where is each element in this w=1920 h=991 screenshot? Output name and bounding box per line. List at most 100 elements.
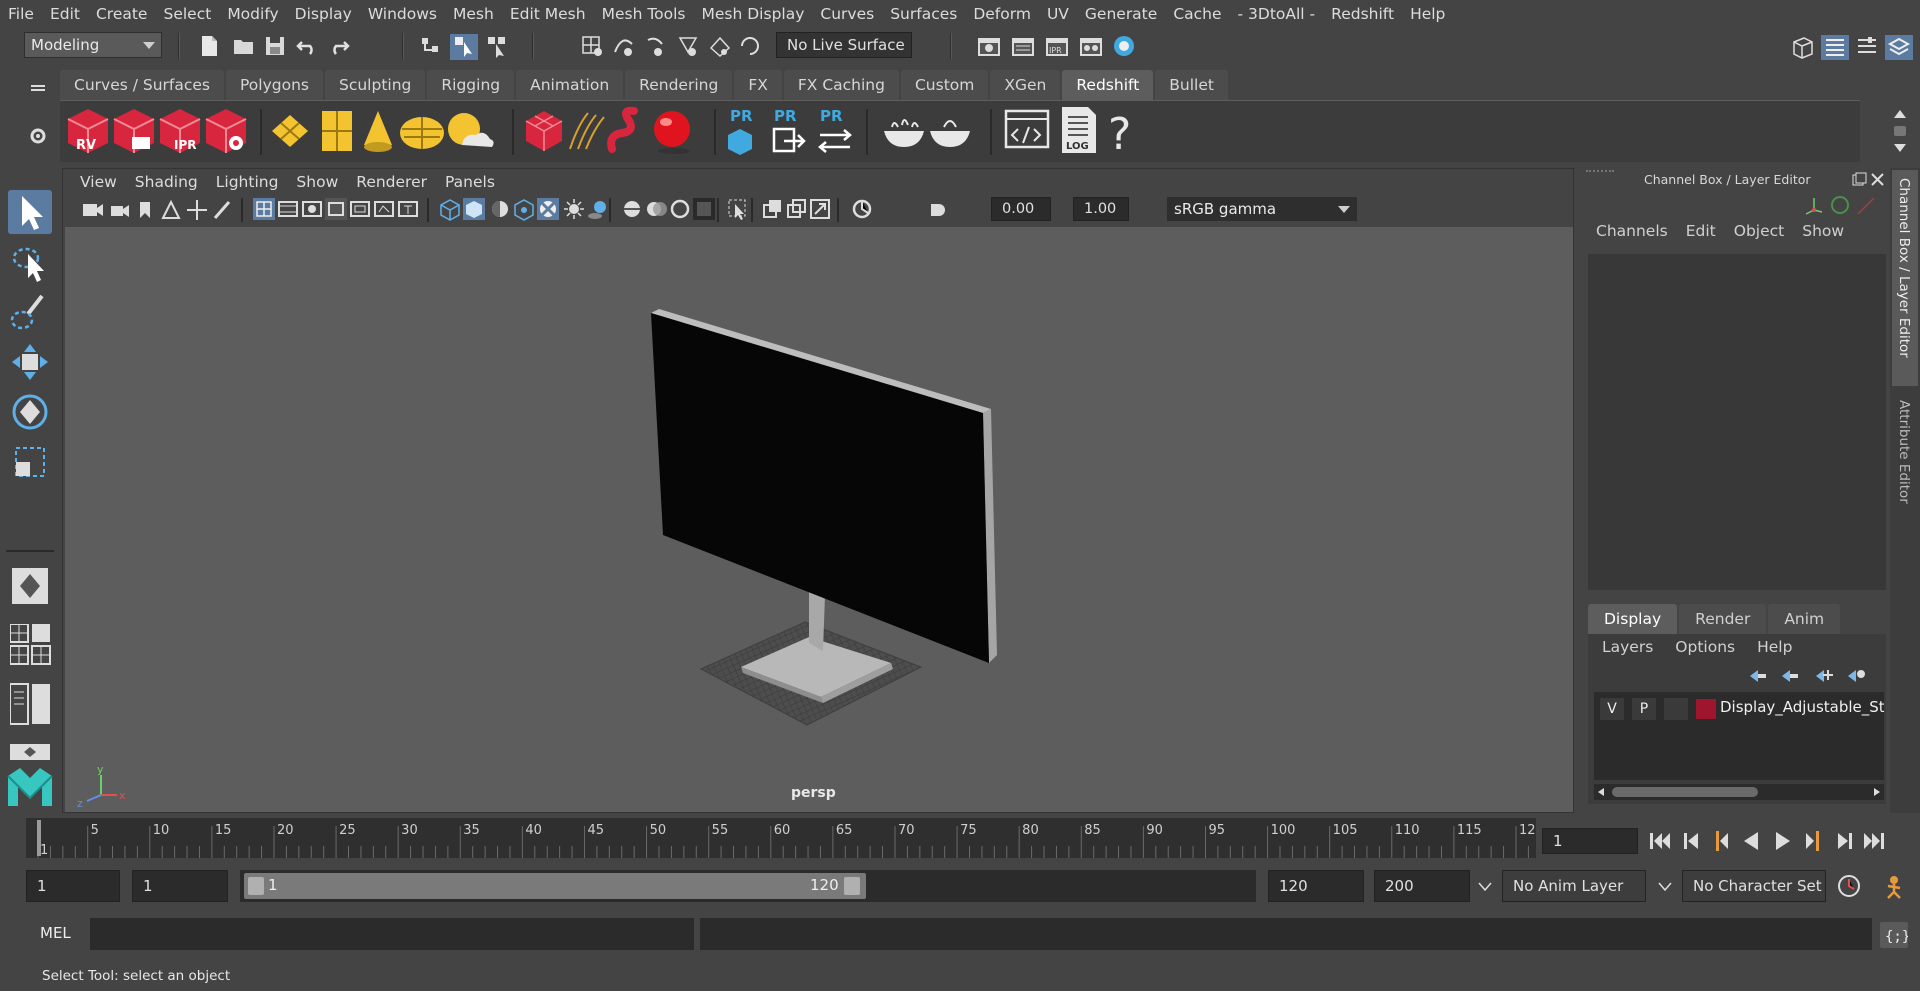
menu-help[interactable]: Help [1402, 0, 1453, 28]
shelf-tab-redshift[interactable]: Redshift [1062, 70, 1154, 100]
animation-start-field[interactable]: 1 [26, 870, 120, 902]
exposure-icon[interactable] [852, 199, 872, 219]
anim-layer-chevron-down-icon[interactable] [1478, 882, 1492, 892]
gate-mask-icon[interactable] [325, 198, 347, 220]
layer-menu-help[interactable]: Help [1757, 638, 1792, 656]
layer-horizontal-scrollbar[interactable] [1594, 784, 1884, 800]
shelf-settings-gear-icon[interactable] [28, 126, 48, 146]
shelf-tab-bullet[interactable]: Bullet [1155, 70, 1228, 100]
layer-tab-anim[interactable]: Anim [1768, 604, 1841, 634]
current-frame-field[interactable]: 1 [1542, 828, 1638, 854]
scale-tool[interactable] [8, 440, 52, 484]
2d-pan-zoom-icon[interactable] [187, 200, 207, 220]
menu-surfaces[interactable]: Surfaces [882, 0, 965, 28]
menu-generate[interactable]: Generate [1077, 0, 1165, 28]
new-empty-layer-icon[interactable] [1816, 670, 1833, 682]
speed-icon[interactable] [1831, 196, 1849, 214]
single-perspective-layout-button[interactable] [8, 564, 52, 608]
menu-mesh-tools[interactable]: Mesh Tools [594, 0, 694, 28]
grease-pencil-icon[interactable] [213, 201, 231, 219]
camera-lock-icon[interactable] [111, 205, 129, 217]
pr-export-icon[interactable]: PR [772, 107, 806, 153]
shelf-tab-sculpting[interactable]: Sculpting [325, 70, 426, 100]
layer-menu-layers[interactable]: Layers [1602, 638, 1653, 656]
image-plane-icon[interactable] [161, 199, 181, 219]
move-layer-up-icon[interactable] [1750, 670, 1766, 682]
default-material-icon[interactable] [492, 201, 508, 217]
ipr-render-icon[interactable]: IPR [1046, 38, 1068, 56]
playback-end-field[interactable]: 120 [1268, 870, 1364, 902]
field-chart-icon[interactable] [350, 201, 370, 217]
layer-tab-display[interactable]: Display [1588, 604, 1678, 634]
xray-joints-icon[interactable] [647, 202, 667, 216]
make-live-icon[interactable] [741, 37, 759, 55]
scroll-left-icon[interactable] [1596, 787, 1606, 797]
redshift-material-ball-icon[interactable] [654, 111, 690, 154]
channel-menu-show[interactable]: Show [1802, 222, 1844, 248]
redshift-hair-icon[interactable] [569, 112, 605, 150]
select-object-icon[interactable] [450, 34, 478, 60]
frame-selected-icon[interactable] [787, 199, 806, 218]
redshift-volume-icon[interactable] [607, 106, 638, 153]
layer-tab-render[interactable]: Render [1679, 604, 1767, 634]
range-start-handle[interactable] [248, 877, 264, 895]
xray-icon[interactable] [624, 201, 640, 217]
layer-color-swatch[interactable] [1696, 699, 1716, 719]
gamma-field[interactable]: 1.00 [1073, 197, 1129, 221]
snap-surface-icon[interactable] [709, 36, 731, 58]
manipulator-icon[interactable] [1805, 198, 1823, 215]
shelf-tab-fx[interactable]: FX [734, 70, 782, 100]
toggle-tool-settings-icon[interactable] [1858, 37, 1876, 53]
new-scene-icon[interactable] [202, 36, 217, 56]
redshift-proxy-icon[interactable] [525, 111, 563, 151]
resolution-gate-icon[interactable] [302, 201, 322, 217]
menu-curves[interactable]: Curves [812, 0, 882, 28]
playback-start-field[interactable]: 1 [132, 870, 228, 902]
pr-cube-icon[interactable]: PR [728, 107, 753, 155]
menu-mesh[interactable]: Mesh [445, 0, 502, 28]
bake-icon[interactable] [884, 119, 924, 147]
textured-icon[interactable] [537, 198, 559, 220]
menu-windows[interactable]: Windows [360, 0, 445, 28]
viewport-menu-shading[interactable]: Shading [126, 173, 207, 191]
layer-playback-toggle[interactable]: P [1632, 698, 1656, 720]
bookmark-icon[interactable] [140, 202, 150, 218]
menu-cache[interactable]: Cache [1165, 0, 1229, 28]
range-slider[interactable]: 1 120 [240, 870, 1256, 902]
toggle-attribute-editor-icon[interactable] [1821, 35, 1849, 60]
wireframe-icon[interactable] [440, 199, 460, 221]
shelf-tab-curves-surfaces[interactable]: Curves / Surfaces [60, 70, 225, 100]
grid-toggle-icon[interactable] [253, 198, 275, 220]
anim-layer-field[interactable]: No Anim Layer [1502, 870, 1646, 902]
close-icon[interactable] [1871, 173, 1884, 186]
menu-select[interactable]: Select [155, 0, 219, 28]
safe-action-icon[interactable] [374, 201, 394, 217]
side-tab-attribute-editor[interactable]: Attribute Editor [1892, 392, 1918, 522]
isolate-select-icon[interactable] [728, 199, 746, 220]
viewport-menu-show[interactable]: Show [287, 173, 347, 191]
undo-icon[interactable] [296, 41, 313, 55]
redshift-ipr-icon[interactable]: IPR [159, 109, 201, 153]
gamma-icon[interactable] [931, 204, 945, 216]
menu-modify[interactable]: Modify [219, 0, 286, 28]
camera-select-icon[interactable] [83, 204, 103, 216]
shelf-tab-rendering[interactable]: Rendering [625, 70, 733, 100]
layer-display-type-toggle[interactable] [1664, 698, 1688, 720]
menu-uv[interactable]: UV [1039, 0, 1077, 28]
menu-create[interactable]: Create [88, 0, 156, 28]
redshift-light-grid-icon[interactable] [322, 111, 352, 151]
animation-preferences-icon[interactable] [1887, 876, 1901, 899]
render-settings-icon[interactable] [978, 38, 1000, 56]
select-component-icon[interactable] [488, 37, 505, 58]
color-space-select[interactable]: sRGB gamma [1167, 197, 1357, 221]
channel-menu-edit[interactable]: Edit [1686, 222, 1726, 248]
frame-all-icon[interactable] [763, 200, 781, 218]
shelf-tab-polygons[interactable]: Polygons [226, 70, 323, 100]
menu-display[interactable]: Display [287, 0, 360, 28]
exposure-field[interactable]: 0.00 [991, 197, 1051, 221]
step-back-frame-icon[interactable] [1684, 833, 1698, 849]
scroll-right-icon[interactable] [1872, 787, 1882, 797]
fit-icon[interactable] [810, 199, 830, 219]
go-to-end-icon[interactable] [1864, 833, 1884, 849]
shelf-tab-animation[interactable]: Animation [516, 70, 624, 100]
